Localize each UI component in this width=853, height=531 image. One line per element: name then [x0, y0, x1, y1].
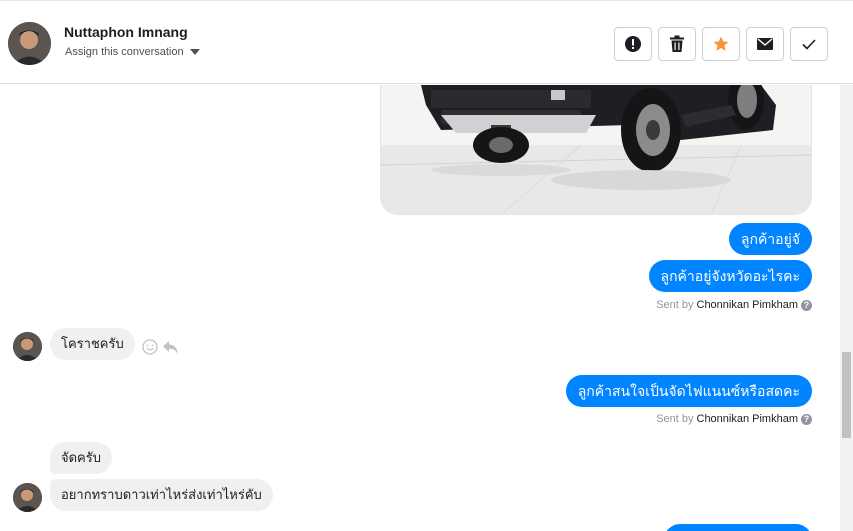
- incoming-message[interactable]: โคราชครับ: [50, 328, 135, 360]
- trash-icon: [670, 35, 684, 52]
- contact-avatar-small[interactable]: [13, 483, 42, 512]
- conversation-actions: [614, 27, 828, 61]
- outgoing-message[interactable]: ลูกค้าอยู่จังหวัดอะไรคะ: [648, 260, 812, 292]
- sender-name: Chonnikan Pimkham: [696, 413, 799, 425]
- outgoing-message-partial[interactable]: [664, 524, 812, 531]
- outgoing-message[interactable]: ลูกค้าอยู่จั: [728, 223, 812, 255]
- caret-down-icon: [189, 49, 200, 55]
- outgoing-message[interactable]: ลูกค้าสนใจเป็นจัดไฟแนนซ์หรือสดคะ: [565, 375, 812, 407]
- delete-button[interactable]: [658, 27, 696, 61]
- message-thread[interactable]: ลูกค้าอยู่จั ลูกค้าอยู่จังหวัดอะไรคะ Sen…: [0, 85, 840, 531]
- message-actions: [142, 339, 179, 355]
- alert-circle-icon: [625, 36, 641, 52]
- mark-spam-button[interactable]: [614, 27, 652, 61]
- help-icon[interactable]: ?: [801, 299, 812, 311]
- assign-label: Assign this conversation: [65, 46, 184, 58]
- assign-conversation-dropdown[interactable]: Assign this conversation: [65, 46, 200, 58]
- sender-name: Chonnikan Pimkham: [696, 299, 799, 311]
- smiley-icon[interactable]: [142, 339, 158, 355]
- sent-by-prefix: Sent by: [656, 299, 694, 311]
- star-icon: [713, 36, 729, 51]
- sent-by-attribution: Sent by Chonnikan Pimkham ?: [656, 413, 812, 425]
- reply-icon[interactable]: [162, 339, 179, 355]
- conversation-header: Nuttaphon Imnang Assign this conversatio…: [0, 0, 853, 84]
- incoming-message[interactable]: อยากทราบดาวเท่าไหร่ส่งเท่าไหร่คับ: [50, 479, 273, 511]
- incoming-message[interactable]: จัดครับ: [50, 442, 112, 474]
- envelope-icon: [757, 38, 773, 50]
- thread-scrollbar[interactable]: [840, 85, 853, 531]
- sent-by-prefix: Sent by: [656, 413, 694, 425]
- help-icon[interactable]: ?: [801, 413, 812, 425]
- mark-done-button[interactable]: [790, 27, 828, 61]
- contact-name[interactable]: Nuttaphon Imnang: [64, 24, 188, 40]
- mark-unread-button[interactable]: [746, 27, 784, 61]
- check-icon: [802, 38, 816, 50]
- sent-by-attribution: Sent by Chonnikan Pimkham ?: [656, 299, 812, 311]
- contact-avatar[interactable]: [8, 22, 51, 65]
- contact-avatar-small[interactable]: [13, 332, 42, 361]
- star-button[interactable]: [702, 27, 740, 61]
- scrollbar-thumb[interactable]: [842, 352, 851, 438]
- message-image-attachment[interactable]: [380, 85, 812, 215]
